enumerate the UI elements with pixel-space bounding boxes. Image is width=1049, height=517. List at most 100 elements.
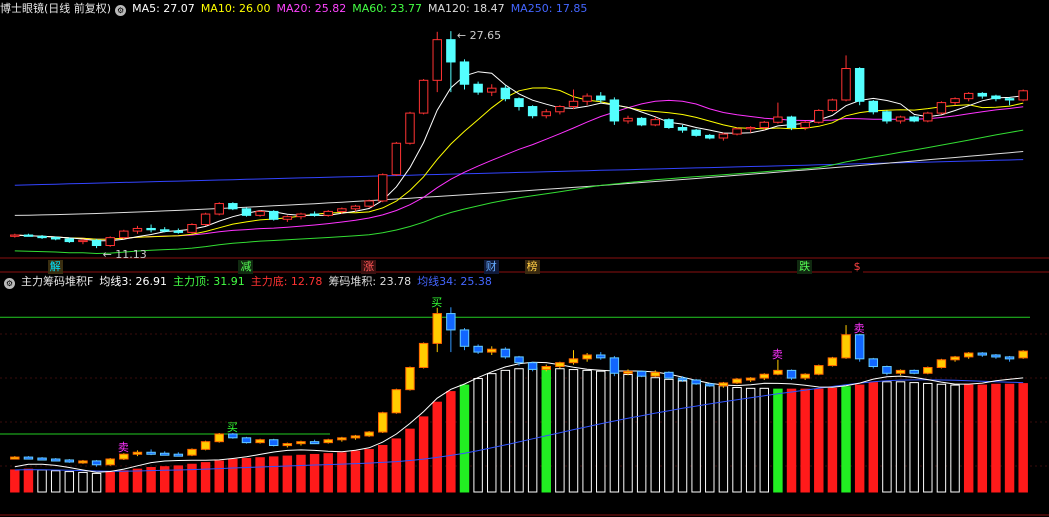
price-candle	[500, 348, 511, 358]
price-candle	[841, 334, 851, 359]
chip-stack-bar	[909, 382, 919, 493]
price-candle	[350, 435, 361, 439]
candlestick	[64, 238, 75, 243]
chip-stack-bar	[64, 471, 75, 493]
buy-marker: 买	[227, 421, 238, 434]
event-marker[interactable]: $	[851, 260, 863, 274]
price-candle	[895, 369, 906, 374]
candlestick	[664, 119, 674, 129]
candlestick	[636, 117, 647, 126]
chip-stack-bar	[473, 378, 483, 493]
candlestick	[609, 99, 620, 122]
candlestick	[132, 227, 143, 232]
candlestick	[78, 239, 88, 243]
price-candle	[364, 431, 374, 437]
candlestick	[718, 133, 729, 139]
event-marker[interactable]: 解	[47, 260, 63, 274]
candlestick	[23, 234, 34, 237]
ma250-line	[14, 159, 1024, 186]
event-marker[interactable]: 榜	[524, 260, 540, 274]
candlestick	[936, 102, 947, 114]
chip-stack-bar	[991, 383, 1001, 493]
candlestick	[309, 213, 320, 216]
candlestick	[364, 200, 374, 207]
chip-stack-bar	[800, 388, 810, 493]
price-candle	[636, 370, 647, 377]
chip-stack-bar	[50, 470, 61, 493]
candlestick	[705, 134, 715, 139]
price-candle	[119, 453, 129, 460]
event-marker[interactable]: 减	[238, 260, 254, 274]
candlestick	[119, 230, 129, 239]
chip-stack-bar	[323, 453, 333, 493]
price-candle	[309, 441, 320, 445]
chip-stack-bar	[282, 455, 293, 493]
sell-marker: 卖	[854, 322, 865, 335]
price-candle	[214, 433, 224, 443]
chip-stack-bar	[759, 387, 770, 493]
chip-stack-bar	[187, 463, 197, 493]
low-price-label: ← 11.13	[103, 248, 147, 261]
price-candle	[146, 451, 156, 455]
price-candle	[718, 382, 729, 387]
chip-stack-bar	[963, 384, 974, 493]
price-candle	[909, 369, 919, 374]
price-candle	[268, 439, 279, 447]
candlestick	[773, 116, 783, 123]
price-candle	[64, 459, 75, 463]
candlestick	[500, 87, 511, 100]
candlestick	[895, 116, 906, 122]
chip-stack-bar	[705, 383, 715, 493]
chip-stack-bar	[200, 462, 211, 493]
price-candle	[609, 357, 620, 374]
candlestick	[187, 224, 197, 233]
chip-stack-bar	[923, 382, 933, 493]
ma20-line	[14, 99, 1024, 240]
price-candle	[568, 358, 579, 364]
price-candle	[705, 383, 715, 387]
price-candle	[650, 371, 660, 377]
chip-stack-bar	[255, 457, 265, 493]
candlestick	[228, 203, 238, 210]
candlestick	[650, 119, 660, 126]
candlestick	[568, 100, 579, 108]
price-candle	[814, 365, 824, 375]
candlestick	[446, 39, 456, 63]
sell-marker: 卖	[772, 348, 783, 361]
chip-stack-bar	[228, 458, 238, 493]
price-candle	[159, 452, 170, 456]
candlestick	[514, 98, 524, 108]
high-price-label: ← 27.65	[457, 29, 501, 42]
candlestick	[923, 112, 933, 122]
event-marker[interactable]: 财	[483, 260, 499, 274]
price-candle	[296, 441, 306, 445]
chip-stack-bar	[119, 470, 129, 493]
candlestick	[527, 106, 538, 117]
candlestick	[691, 129, 701, 136]
chart-canvas[interactable]: ← 27.65← 11.13买买卖卖卖	[0, 0, 1049, 517]
chip-stack-bar	[677, 380, 688, 493]
chip-stack-bar	[459, 384, 470, 493]
price-candle	[418, 342, 429, 368]
chip-stack-bar	[596, 370, 606, 493]
price-candle	[936, 359, 947, 368]
ma60-line	[14, 129, 1024, 255]
stock-chart-window: { "top_panel": { "title": "博士眼镜(日线 前复权)"…	[0, 0, 1049, 517]
price-candle	[882, 366, 892, 374]
price-candle	[50, 458, 61, 462]
candlestick	[323, 210, 333, 216]
price-candle	[405, 366, 415, 391]
price-candle	[963, 352, 974, 358]
candlestick	[882, 111, 892, 122]
price-candle	[241, 437, 252, 444]
candlestick	[745, 127, 756, 130]
chip-stack-bar	[745, 387, 756, 493]
price-candle	[459, 329, 470, 347]
candlestick	[241, 208, 252, 216]
candlestick	[200, 213, 211, 226]
candlestick	[963, 92, 974, 100]
event-marker[interactable]: 跌	[797, 260, 813, 274]
candlestick	[105, 237, 115, 247]
chip-stack-bar	[214, 460, 224, 493]
event-marker[interactable]: 涨	[361, 260, 377, 274]
